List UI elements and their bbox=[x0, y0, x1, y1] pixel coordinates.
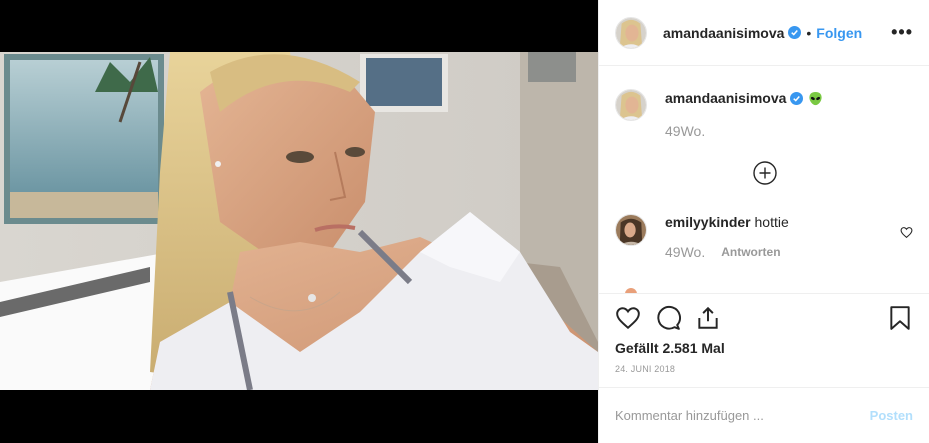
alien-icon bbox=[809, 91, 822, 105]
post-photo[interactable] bbox=[0, 52, 598, 390]
comment-composer: Posten bbox=[599, 387, 929, 443]
share-icon[interactable] bbox=[695, 305, 721, 331]
avatar-image bbox=[616, 17, 646, 48]
comment-item: emilyykinder hottie 49Wo. Antworten bbox=[615, 214, 913, 260]
likes-count[interactable]: Gefällt 2.581 Mal bbox=[615, 340, 913, 356]
caption-username[interactable]: amandaanisimova bbox=[665, 90, 786, 106]
verified-icon bbox=[788, 26, 802, 39]
caption-time: 49Wo. bbox=[665, 123, 706, 139]
avatar-image bbox=[616, 90, 646, 120]
selfie-image bbox=[0, 52, 598, 390]
comment-text: hottie bbox=[754, 214, 789, 230]
like-icon[interactable] bbox=[615, 305, 641, 331]
bookmark-icon[interactable] bbox=[887, 305, 913, 331]
post-date: 24. JUNI 2018 bbox=[615, 364, 676, 374]
post-header: amandaanisimova • Folgen ••• bbox=[599, 0, 929, 66]
comment-time: 49Wo. bbox=[665, 244, 706, 260]
comments-area: amandaanisimova 49Wo. emilyykinder hotti… bbox=[599, 66, 929, 293]
comment-like-icon[interactable] bbox=[900, 226, 913, 239]
side-panel: amandaanisimova • Folgen ••• amandaanisi… bbox=[598, 0, 929, 443]
comment-username[interactable]: emilyykinder bbox=[665, 214, 751, 230]
comment-input[interactable] bbox=[615, 408, 870, 423]
action-bar: Gefällt 2.581 Mal 24. JUNI 2018 bbox=[599, 293, 929, 387]
comment-line: emilyykinder hottie bbox=[665, 214, 913, 230]
media-area bbox=[0, 0, 598, 443]
load-more-comments-icon[interactable] bbox=[753, 161, 777, 185]
reply-button[interactable]: Antworten bbox=[721, 245, 780, 259]
post-modal: amandaanisimova • Folgen ••• amandaanisi… bbox=[0, 0, 929, 443]
caption-line: amandaanisimova bbox=[665, 89, 823, 107]
more-options-icon[interactable]: ••• bbox=[891, 22, 913, 43]
avatar[interactable] bbox=[615, 89, 647, 121]
avatar[interactable] bbox=[615, 16, 647, 49]
caption-body: amandaanisimova 49Wo. bbox=[665, 89, 823, 139]
follow-button[interactable]: Folgen bbox=[816, 25, 862, 41]
comment-icon[interactable] bbox=[655, 305, 681, 331]
verified-icon bbox=[790, 91, 804, 105]
avatar-image bbox=[616, 215, 646, 245]
header-username[interactable]: amandaanisimova bbox=[663, 25, 784, 41]
action-icons bbox=[615, 304, 913, 332]
comment-body: emilyykinder hottie 49Wo. Antworten bbox=[665, 214, 913, 260]
post-button[interactable]: Posten bbox=[870, 408, 913, 423]
separator-dot: • bbox=[806, 24, 812, 41]
comment-meta: 49Wo. Antworten bbox=[665, 244, 913, 260]
avatar[interactable] bbox=[615, 214, 647, 246]
caption: amandaanisimova 49Wo. bbox=[615, 66, 913, 139]
